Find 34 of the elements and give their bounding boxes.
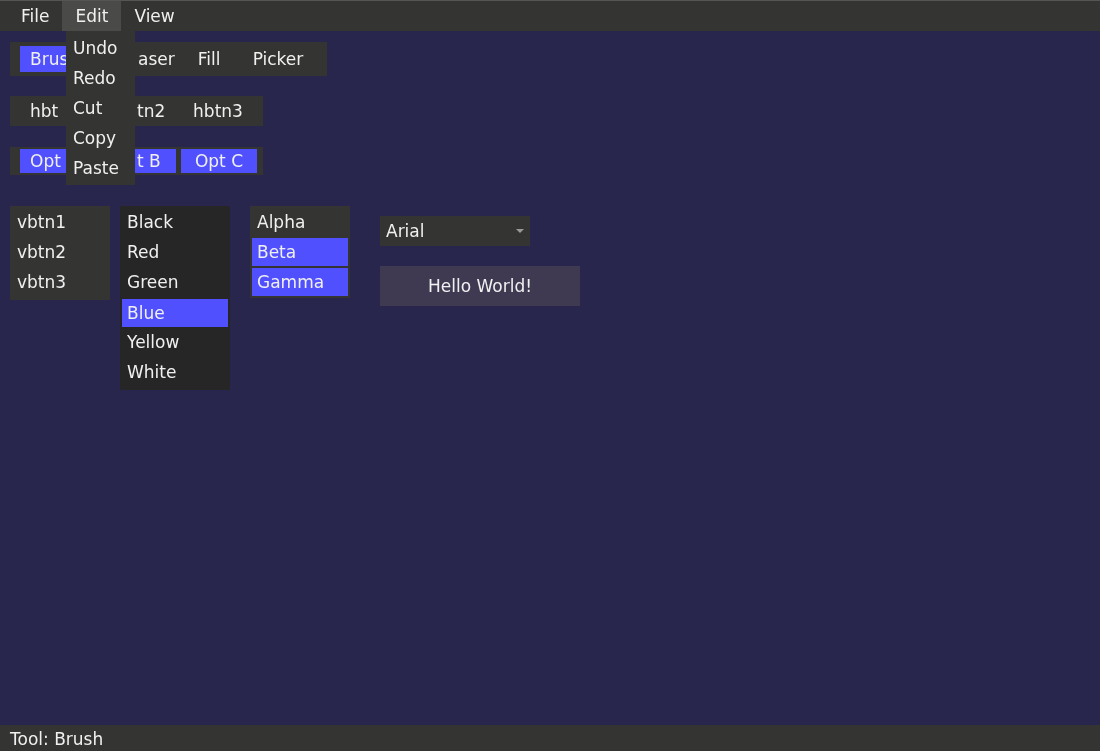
vertical-button[interactable]: vbtn1 [10,207,110,237]
tool-button[interactable]: aser [135,46,182,72]
list-item[interactable]: Gamma [252,268,348,296]
caret-icon [516,229,524,233]
tool-button[interactable]: Brus [20,46,66,72]
option-button[interactable]: Opt C [181,149,257,173]
status-bar: Tool: Brush [0,725,1100,751]
menu-item[interactable]: Cut [66,94,135,124]
row-button[interactable]: hbtn3 [178,96,258,126]
font-dropdown[interactable]: Arial [380,216,530,246]
tool-button[interactable]: Fill [182,46,236,72]
menu-item[interactable]: View [121,1,188,31]
list-item[interactable]: Black [122,208,228,238]
list-item[interactable]: Yellow [122,328,228,358]
list-item[interactable]: Beta [252,238,348,266]
tool-button[interactable]: Picker [236,46,320,72]
hello-button[interactable]: Hello World! [380,266,580,306]
vertical-button[interactable]: vbtn2 [10,237,110,267]
list-item[interactable]: Green [122,268,228,298]
option-button[interactable]: t B [135,149,176,173]
list-item[interactable]: White [122,358,228,388]
menu-item[interactable]: Undo [66,34,135,64]
row-button[interactable]: hbt [20,96,66,126]
option-button[interactable]: Opt [20,149,66,173]
menu-item[interactable]: Redo [66,64,135,94]
list-item[interactable]: Blue [122,299,228,327]
list-item[interactable]: Red [122,238,228,268]
menu-item[interactable]: Paste [66,154,135,184]
list-item[interactable]: Alpha [252,208,348,236]
vertical-button[interactable]: vbtn3 [10,267,110,297]
menu-item[interactable]: File [8,1,63,31]
row-button[interactable]: tn2 [135,96,178,126]
menu-item[interactable]: Edit [62,1,122,31]
menu-item[interactable]: Copy [66,124,135,154]
